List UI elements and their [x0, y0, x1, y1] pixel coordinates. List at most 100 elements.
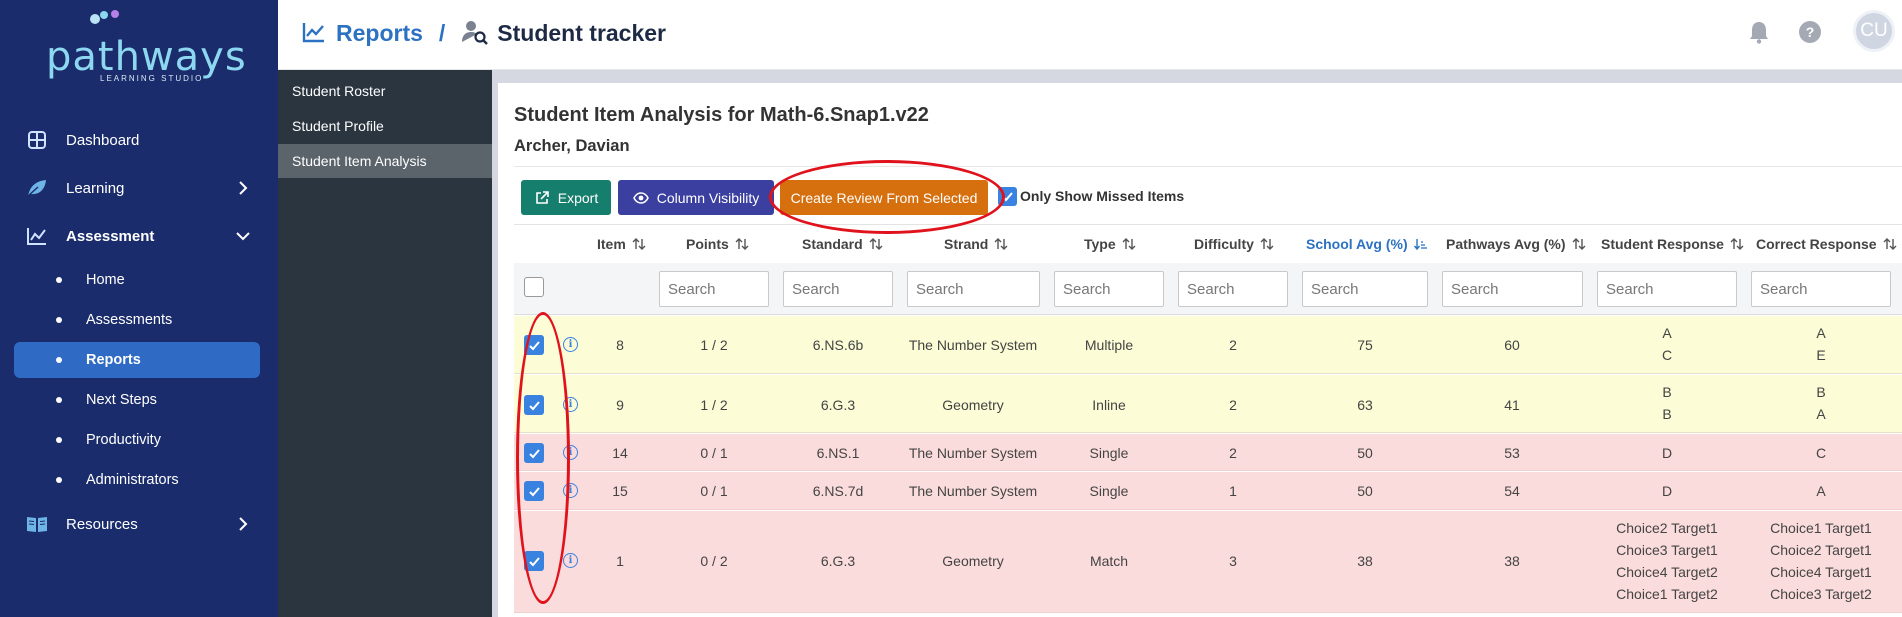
cell-difficulty: 3 — [1229, 553, 1237, 569]
cell-difficulty: 1 — [1229, 483, 1237, 499]
cell-type: Single — [1089, 483, 1129, 499]
eye-icon — [632, 190, 649, 206]
search-correct-response-input[interactable] — [1751, 271, 1891, 307]
response-line: Choice1 Target1 — [1770, 520, 1872, 536]
cell-standard: 6.G.3 — [820, 553, 856, 569]
column-visibility-button[interactable]: Column Visibility — [618, 180, 774, 215]
cell-item: 9 — [616, 397, 624, 413]
help-icon[interactable]: ? — [1796, 18, 1824, 46]
row-checkbox[interactable] — [524, 335, 544, 355]
nav-sub-item-productivity[interactable]: Productivity — [14, 422, 260, 458]
response-line: Choice1 Target2 — [1616, 586, 1718, 602]
info-icon[interactable]: i — [563, 337, 578, 352]
check-icon — [528, 556, 540, 566]
bullet-icon — [56, 357, 62, 363]
check-icon — [528, 340, 540, 350]
only-missed-checkbox[interactable] — [998, 187, 1017, 206]
cell-strand: The Number System — [908, 483, 1038, 499]
search-school-avg-input[interactable] — [1302, 271, 1428, 307]
avatar[interactable]: CU — [1853, 10, 1895, 52]
subnav-item-student-roster[interactable]: Student Roster — [278, 74, 492, 108]
column-label: Strand — [944, 236, 989, 252]
cell-student-response: D — [1661, 445, 1673, 461]
cell-points: 1 / 2 — [700, 337, 728, 353]
select-all-checkbox[interactable] — [524, 277, 544, 297]
export-button[interactable]: Export — [521, 180, 611, 215]
row-checkbox[interactable] — [524, 481, 544, 501]
info-icon[interactable]: i — [563, 553, 578, 568]
cell-pathways-avg: 54 — [1504, 483, 1520, 499]
search-type-input[interactable] — [1054, 271, 1164, 307]
nav-sub-item-assessments[interactable]: Assessments — [14, 302, 260, 338]
search-points-input[interactable] — [659, 271, 769, 307]
logo-dot-icon — [90, 14, 100, 24]
check-icon — [528, 486, 540, 496]
column-label: Pathways Avg (%) — [1446, 236, 1566, 252]
bell-icon[interactable] — [1745, 18, 1773, 46]
row-checkbox[interactable] — [524, 395, 544, 415]
search-difficulty-input[interactable] — [1178, 271, 1288, 307]
cell-difficulty: 2 — [1229, 445, 1237, 461]
grid-icon — [26, 129, 48, 151]
bullet-icon — [56, 317, 62, 323]
row-checkbox[interactable] — [524, 551, 544, 571]
column-label: Type — [1084, 236, 1116, 252]
external-link-icon — [534, 190, 550, 206]
column-header-standard[interactable]: Standard — [802, 236, 883, 252]
info-icon[interactable]: i — [563, 483, 578, 498]
nav-item-assessment[interactable]: Assessment — [0, 216, 278, 256]
book-icon — [26, 513, 48, 535]
column-header-student-response[interactable]: Student Response — [1601, 236, 1744, 252]
cell-type: Single — [1089, 445, 1129, 461]
nav-item-resources[interactable]: Resources — [0, 504, 278, 544]
report-title: Student Item Analysis for Math-6.Snap1.v… — [514, 104, 929, 126]
cell-type: Multiple — [1084, 337, 1134, 353]
subnav-item-student-item-analysis[interactable]: Student Item Analysis — [278, 144, 492, 178]
column-header-pathways-avg[interactable]: Pathways Avg (%) — [1446, 236, 1586, 252]
cell-standard: 6.NS.7d — [812, 483, 864, 499]
column-header-correct-response[interactable]: Correct Response — [1756, 236, 1897, 252]
column-header-difficulty[interactable]: Difficulty — [1194, 236, 1274, 252]
response-line: Choice4 Target1 — [1770, 564, 1872, 580]
nav-label: Assessment — [66, 227, 155, 245]
search-standard-input[interactable] — [783, 271, 893, 307]
info-icon[interactable]: i — [563, 397, 578, 412]
bullet-icon — [56, 397, 62, 403]
response-line: A — [1816, 325, 1826, 341]
response-line: B — [1816, 384, 1826, 400]
nav-item-learning[interactable]: Learning — [0, 168, 278, 208]
sort-descending-icon — [1413, 237, 1428, 251]
cell-strand: The Number System — [908, 337, 1038, 353]
search-strand-input[interactable] — [907, 271, 1040, 307]
search-pathways-avg-input[interactable] — [1442, 271, 1583, 307]
breadcrumb-separator: / — [438, 19, 446, 46]
subnav-item-student-profile[interactable]: Student Profile — [278, 109, 492, 143]
column-header-strand[interactable]: Strand — [944, 236, 1008, 252]
create-review-button[interactable]: Create Review From Selected — [780, 180, 988, 215]
column-header-points[interactable]: Points — [686, 236, 749, 252]
search-student-response-input[interactable] — [1597, 271, 1737, 307]
pathways-logo[interactable]: pathways LEARNING STUDIO — [38, 10, 246, 83]
column-header-school-avg[interactable]: School Avg (%) — [1306, 236, 1428, 252]
table-header-divider — [514, 224, 1902, 225]
nav-sub-item-reports[interactable]: Reports — [14, 342, 260, 378]
export-label: Export — [557, 189, 599, 206]
sort-icon — [1260, 237, 1274, 251]
row-checkbox[interactable] — [524, 443, 544, 463]
response-line: Choice4 Target2 — [1616, 564, 1718, 580]
nav-sub-label: Home — [86, 272, 125, 288]
cell-points: 0 / 1 — [700, 445, 728, 461]
cell-school-avg: 63 — [1357, 397, 1373, 413]
cell-item: 14 — [612, 445, 628, 461]
column-header-item[interactable]: Item — [597, 236, 646, 252]
cell-type: Inline — [1092, 397, 1126, 413]
cell-strand: Geometry — [942, 397, 1004, 413]
nav-item-dashboard[interactable]: Dashboard — [0, 120, 278, 160]
nav-sub-item-next-steps[interactable]: Next Steps — [14, 382, 260, 418]
response-line: A — [1816, 406, 1826, 422]
nav-sub-item-home[interactable]: Home — [14, 262, 260, 298]
nav-sub-item-administrators[interactable]: Administrators — [14, 462, 260, 498]
breadcrumb-reports-link[interactable]: Reports — [336, 20, 423, 47]
info-icon[interactable]: i — [563, 445, 578, 460]
column-header-type[interactable]: Type — [1084, 236, 1136, 252]
